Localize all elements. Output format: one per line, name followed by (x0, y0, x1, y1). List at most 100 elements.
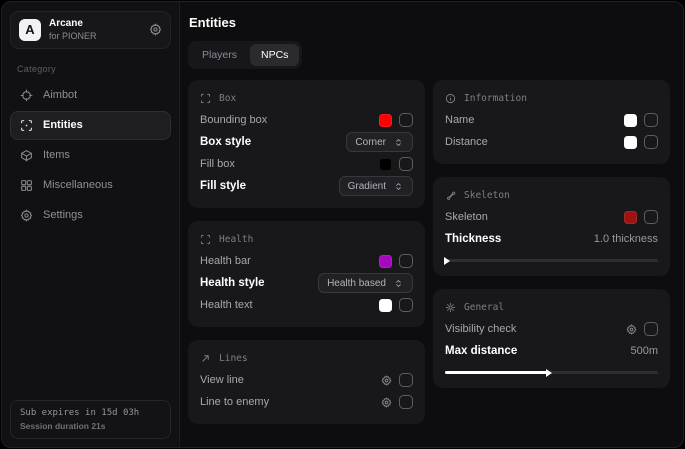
card-information: Information Name Distance (433, 80, 670, 164)
setting-label: Name (445, 114, 474, 126)
app-name: Arcane (49, 18, 97, 31)
setting-controls: 500m (630, 345, 658, 357)
style-dropdown[interactable]: Health based (318, 273, 413, 293)
checkbox[interactable] (399, 113, 413, 127)
app-header: A Arcane for PIONER (10, 11, 171, 49)
app-window: A Arcane for PIONER Category Aimbot Entit… (1, 1, 684, 448)
setting-controls (379, 254, 413, 268)
setting-row: Max distance 500m (445, 340, 658, 362)
checkbox[interactable] (399, 373, 413, 387)
unfold-icon (393, 137, 404, 148)
setting-controls (379, 298, 413, 312)
color-swatch[interactable] (624, 211, 637, 224)
sub-expires-text: Sub expires in 15d 03h (20, 408, 161, 418)
setting-row: Fill style Gradient (200, 175, 413, 197)
sidebar-item-label: Entities (43, 119, 83, 131)
color-swatch[interactable] (379, 158, 392, 171)
setting-controls: 1.0 thickness (594, 233, 658, 245)
color-swatch[interactable] (379, 255, 392, 268)
setting-label: Max distance (445, 345, 517, 357)
checkbox[interactable] (399, 298, 413, 312)
card-skeleton: SkeletonSkeletonThickness1.0 thickness (433, 177, 670, 276)
setting-row: Health style Health based (200, 272, 413, 294)
card-title: Lines (219, 353, 248, 364)
color-swatch[interactable] (379, 114, 392, 127)
setting-label: Thickness (445, 233, 501, 245)
setting-controls (624, 210, 658, 224)
gear-icon[interactable] (149, 23, 162, 36)
sidebar-item-settings[interactable]: Settings (10, 201, 171, 230)
setting-label: Health style (200, 277, 265, 289)
setting-controls (379, 113, 413, 127)
sidebar-nav: Aimbot Entities Items Miscellaneous Settings (10, 81, 171, 230)
sidebar-item-items[interactable]: Items (10, 141, 171, 170)
setting-row: Fill box (200, 153, 413, 175)
card-title: Information (464, 93, 527, 104)
color-swatch[interactable] (624, 136, 637, 149)
color-swatch[interactable] (379, 299, 392, 312)
setting-label: Health text (200, 299, 253, 311)
slider-value: 1.0 thickness (594, 233, 658, 245)
checkbox[interactable] (644, 210, 658, 224)
setting-row: Name (445, 109, 658, 131)
crosshair-icon (20, 89, 33, 102)
color-swatch[interactable] (624, 114, 637, 127)
setting-controls (381, 395, 413, 409)
style-dropdown[interactable]: Gradient (339, 176, 413, 196)
checkbox[interactable] (399, 254, 413, 268)
sun-icon (445, 302, 456, 313)
card-header: Box (200, 91, 413, 105)
card-header: Lines (200, 351, 413, 365)
setting-label: View line (200, 374, 244, 386)
checkbox[interactable] (399, 157, 413, 171)
setting-label: Health bar (200, 255, 251, 267)
setting-row: Visibility check (445, 318, 658, 340)
card-health: Health Health bar Health style Health based… (188, 221, 425, 327)
setting-controls: Gradient (339, 176, 413, 196)
package-icon (20, 149, 33, 162)
gear-icon[interactable] (381, 375, 392, 386)
slider-track[interactable] (445, 371, 658, 374)
sidebar-item-label: Miscellaneous (43, 179, 113, 191)
sidebar-item-miscellaneous[interactable]: Miscellaneous (10, 171, 171, 200)
setting-label: Fill style (200, 180, 246, 192)
setting-row: Bounding box (200, 109, 413, 131)
grid-icon (20, 179, 33, 192)
checkbox[interactable] (399, 395, 413, 409)
app-subtitle: for PIONER (49, 31, 97, 42)
slider-track[interactable] (445, 259, 658, 262)
tab-players[interactable]: Players (191, 44, 248, 66)
gear-icon[interactable] (626, 324, 637, 335)
gear-icon[interactable] (381, 397, 392, 408)
slider-handle[interactable] (444, 257, 450, 265)
sidebar-item-label: Items (43, 149, 70, 161)
card-header: General (445, 300, 658, 314)
category-label: Category (17, 64, 164, 74)
page-title: Entities (189, 15, 670, 30)
dropdown-value: Corner (355, 137, 386, 148)
slider-value: 500m (630, 345, 658, 357)
unfold-icon (393, 278, 404, 289)
checkbox[interactable] (644, 113, 658, 127)
setting-label: Skeleton (445, 211, 488, 223)
sidebar-item-entities[interactable]: Entities (10, 111, 171, 140)
main-content: Entities Players NPCs BoxBounding boxBox… (180, 2, 683, 447)
tab-npcs[interactable]: NPCs (250, 44, 299, 66)
setting-controls: Health based (318, 273, 413, 293)
setting-label: Visibility check (445, 323, 516, 335)
card-lines: LinesView lineLine to enemy (188, 340, 425, 424)
checkbox[interactable] (644, 322, 658, 336)
dropdown-value: Health based (327, 278, 386, 289)
style-dropdown[interactable]: Corner (346, 132, 413, 152)
entity-tabs: Players NPCs (188, 41, 302, 69)
sidebar-item-aimbot[interactable]: Aimbot (10, 81, 171, 110)
setting-row: Skeleton (445, 206, 658, 228)
bone-icon (445, 190, 456, 201)
slider-handle[interactable] (546, 369, 552, 377)
setting-controls (626, 322, 658, 336)
card-box: BoxBounding boxBox styleCornerFill boxFi… (188, 80, 425, 208)
card-title: Health (219, 234, 253, 245)
card-columns: BoxBounding boxBox styleCornerFill boxFi… (188, 80, 670, 424)
setting-label: Distance (445, 136, 488, 148)
checkbox[interactable] (644, 135, 658, 149)
